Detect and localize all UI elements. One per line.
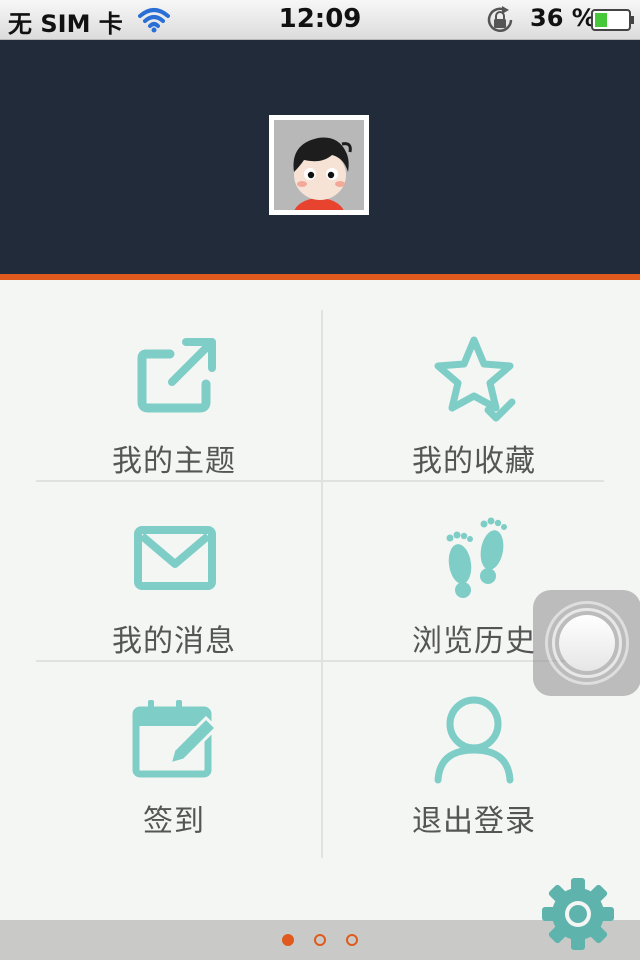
menu-item-check-in[interactable]: 签到 (24, 660, 324, 840)
footprints-icon (446, 517, 507, 598)
avatar-icon (274, 120, 364, 210)
status-bar: 无 SIM 卡 12:09 36 % (0, 0, 640, 40)
share-icon (137, 338, 216, 413)
menu-item-my-topics[interactable]: 我的主题 (24, 300, 324, 480)
rotation-lock-icon (487, 6, 513, 32)
calendar-edit-icon (132, 700, 219, 778)
menu-item-my-favorites[interactable]: 我的收藏 (324, 300, 624, 480)
star-check-icon (434, 336, 516, 422)
assistive-touch-button[interactable] (533, 590, 640, 696)
battery-icon (591, 9, 634, 31)
assistive-touch-core (559, 615, 615, 671)
battery-percentage: 36 % (530, 4, 596, 32)
menu-item-label: 退出登录 (412, 804, 536, 839)
menu-item-label: 我的消息 (112, 624, 236, 659)
page-dot[interactable] (314, 934, 326, 946)
gear-icon[interactable] (540, 876, 616, 952)
page-dot[interactable] (282, 934, 294, 946)
envelope-icon (134, 526, 216, 590)
page-dot[interactable] (346, 934, 358, 946)
menu-item-label: 签到 (143, 804, 205, 839)
menu-item-label: 我的主题 (112, 444, 236, 479)
user-icon (434, 696, 514, 784)
menu-item-my-messages[interactable]: 我的消息 (24, 480, 324, 660)
avatar[interactable] (269, 115, 369, 215)
menu-item-label: 我的收藏 (412, 444, 536, 479)
